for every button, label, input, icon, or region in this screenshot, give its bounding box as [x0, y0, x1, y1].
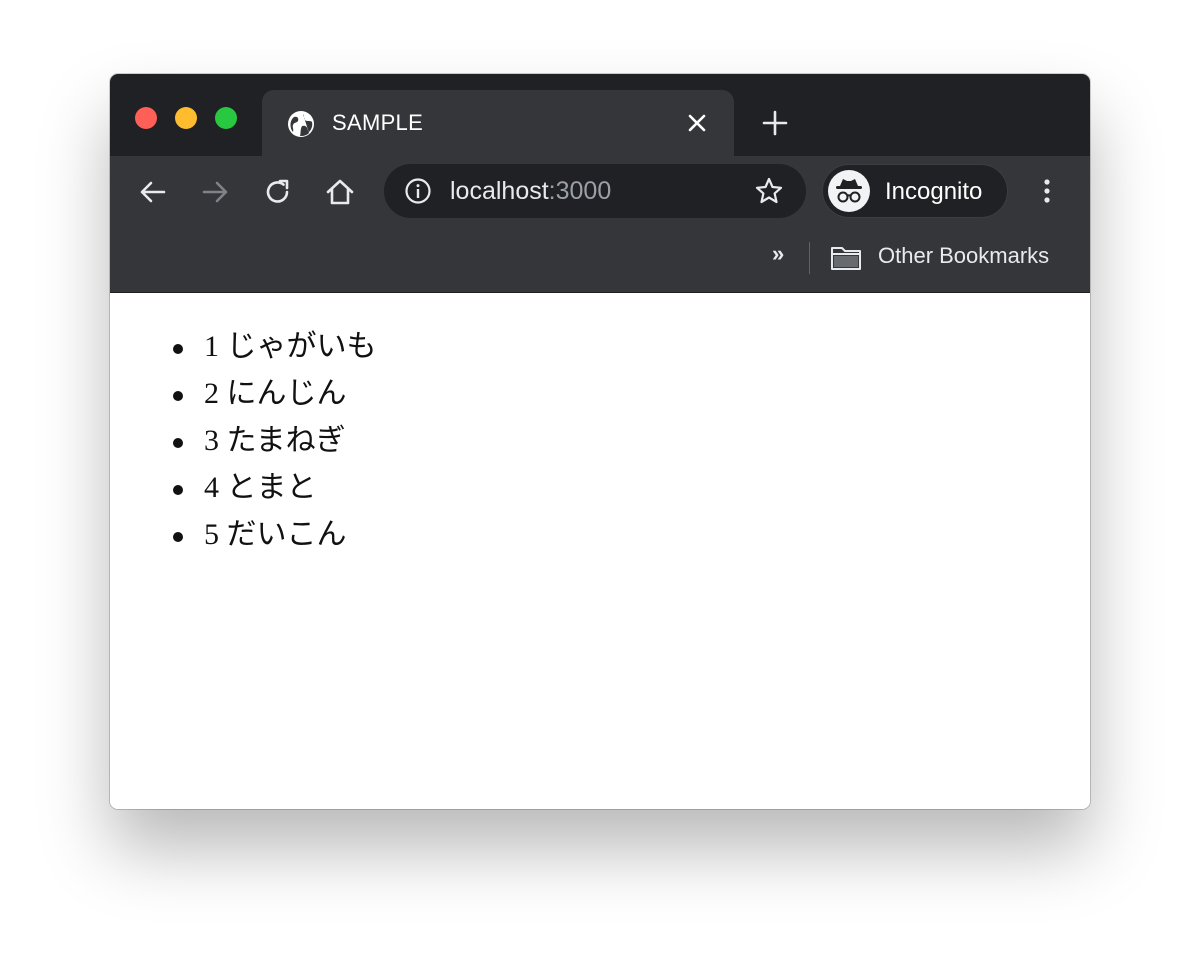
- bullet: [173, 485, 183, 495]
- close-window-button[interactable]: [135, 107, 157, 129]
- site-info-icon[interactable]: [404, 177, 432, 205]
- bullet: [173, 391, 183, 401]
- bullet: [173, 344, 183, 354]
- toolbar: localhost:3000 Incognito » Other Bookmar…: [110, 156, 1090, 293]
- list-item-text: 3 たまねぎ: [204, 424, 346, 457]
- more-vert-icon[interactable]: [1032, 176, 1062, 206]
- address-url: localhost:3000: [450, 176, 611, 206]
- list-item-text: 5 だいこん: [204, 518, 347, 551]
- incognito-avatar: [828, 170, 870, 212]
- incognito-icon: [836, 179, 862, 203]
- other-bookmarks-link[interactable]: Other Bookmarks: [878, 242, 1049, 270]
- address-bar[interactable]: localhost:3000: [384, 164, 806, 218]
- bookmarks-overflow-button[interactable]: »: [772, 240, 784, 268]
- list-item-text: 4 とまと: [204, 471, 317, 504]
- bookmarks-bar: » Other Bookmarks: [110, 226, 1090, 292]
- list-item: 3 たまねぎ: [170, 423, 377, 470]
- bookmark-star-icon[interactable]: [754, 176, 784, 206]
- url-port: :3000: [548, 177, 612, 205]
- vegetable-list: 1 じゃがいも 2 にんじん 3 たまねぎ 4 とまと 5 だいこん: [170, 329, 377, 564]
- browser-window: SAMPLE localhost:3000 Incognito » Other …: [110, 74, 1090, 809]
- new-tab-icon[interactable]: [760, 108, 790, 138]
- bullet: [173, 438, 183, 448]
- list-item-text: 2 にんじん: [204, 377, 347, 410]
- forward-arrow-icon[interactable]: [198, 175, 232, 209]
- back-arrow-icon[interactable]: [136, 175, 170, 209]
- bookmarks-divider: [809, 242, 810, 274]
- list-item-text: 1 じゃがいも: [204, 330, 377, 363]
- home-icon[interactable]: [323, 175, 357, 209]
- reload-icon[interactable]: [261, 175, 295, 209]
- title-bar: SAMPLE: [110, 74, 1090, 156]
- incognito-profile-button[interactable]: Incognito: [822, 164, 1008, 218]
- list-item: 1 じゃがいも: [170, 329, 377, 376]
- minimize-window-button[interactable]: [175, 107, 197, 129]
- bullet: [173, 532, 183, 542]
- tab-title: SAMPLE: [332, 110, 424, 135]
- page-content: 1 じゃがいも 2 にんじん 3 たまねぎ 4 とまと 5 だいこん: [110, 293, 1090, 809]
- url-host: localhost: [450, 177, 549, 205]
- profile-label: Incognito: [885, 178, 983, 205]
- tab-close-icon[interactable]: [682, 108, 712, 138]
- tab-sample[interactable]: SAMPLE: [262, 90, 734, 156]
- maximize-window-button[interactable]: [215, 107, 237, 129]
- folder-icon: [831, 247, 861, 270]
- list-item: 2 にんじん: [170, 376, 377, 423]
- list-item: 4 とまと: [170, 470, 377, 517]
- list-item: 5 だいこん: [170, 517, 377, 564]
- globe-icon: [288, 111, 314, 137]
